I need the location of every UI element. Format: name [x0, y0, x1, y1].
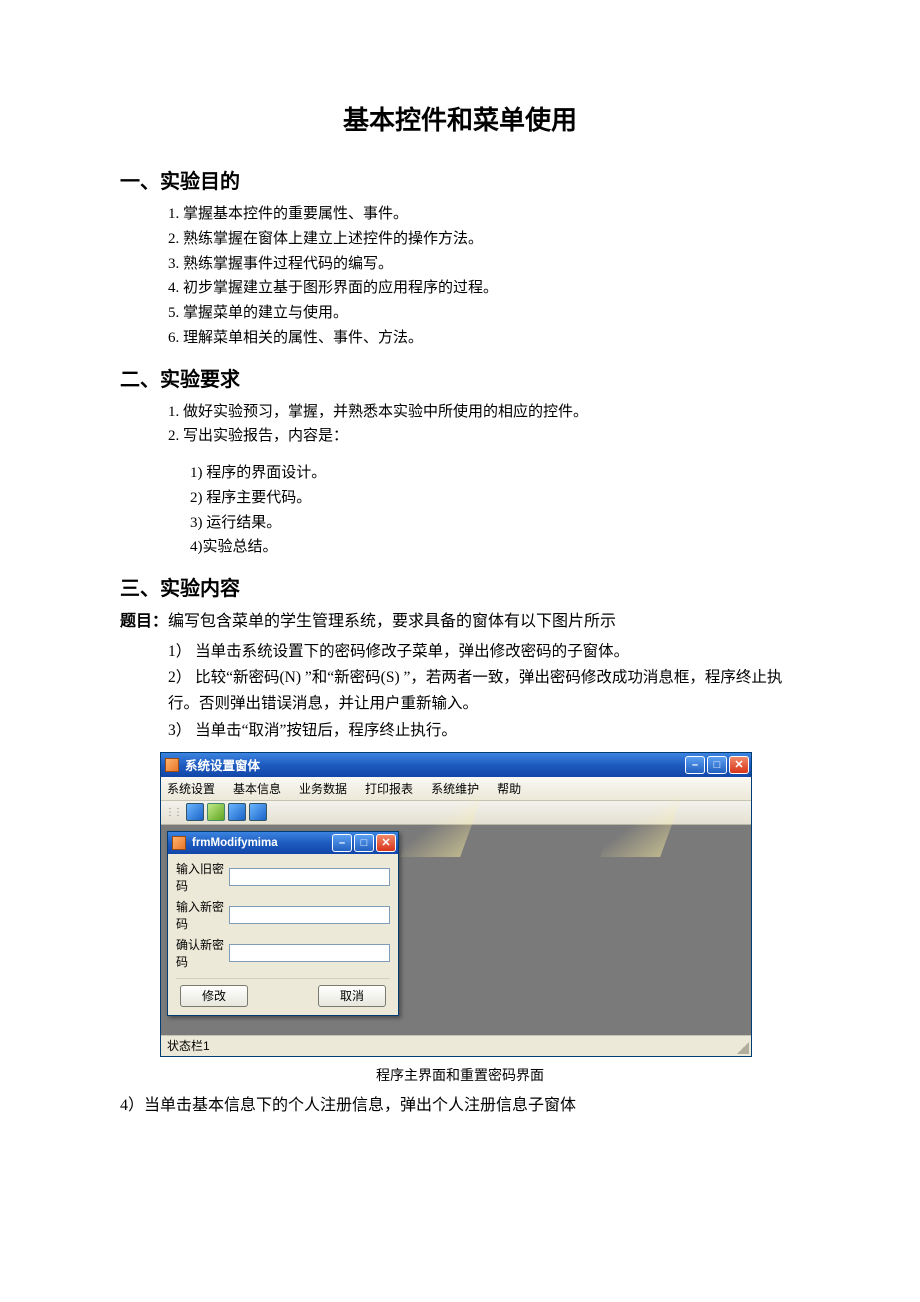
- child-titlebar[interactable]: frmModifymima – □ ✕: [168, 832, 398, 854]
- label-confirm-password: 确认新密码: [176, 936, 225, 970]
- step-4-text: 4）当单击基本信息下的个人注册信息，弹出个人注册信息子窗体: [120, 1091, 800, 1115]
- menu-help[interactable]: 帮助: [497, 780, 521, 797]
- topic-text: 编写包含菜单的学生管理系统，要求具备的窗体有以下图片所示: [168, 613, 616, 630]
- list-item: 掌握菜单的建立与使用。: [168, 301, 800, 326]
- menu-business-data[interactable]: 业务数据: [299, 780, 347, 797]
- status-bar: 状态栏1: [161, 1035, 751, 1056]
- toolbar-icon-4[interactable]: [249, 803, 267, 821]
- list-item: 4)实验总结。: [190, 535, 800, 560]
- status-text: 状态栏1: [167, 1037, 210, 1054]
- app-icon: [172, 836, 186, 850]
- list-item: 初步掌握建立基于图形界面的应用程序的过程。: [168, 276, 800, 301]
- menu-print-report[interactable]: 打印报表: [365, 780, 413, 797]
- menu-system-settings[interactable]: 系统设置: [167, 780, 215, 797]
- list-item: 3） 当单击“取消”按钮后，程序终止执行。: [168, 718, 800, 744]
- toolbar: ⋮⋮: [161, 801, 751, 825]
- section-1-head: 一、实验目的: [120, 165, 800, 194]
- menu-basic-info[interactable]: 基本信息: [233, 780, 281, 797]
- child-window-modify-password: frmModifymima – □ ✕ 输入旧密码 输入新密码: [167, 831, 399, 1016]
- list-item: 2） 比较“新密码(N) ”和“新密码(S) ”，若两者一致，弹出密码修改成功消…: [168, 665, 800, 718]
- document-page: 基本控件和菜单使用 一、实验目的 掌握基本控件的重要属性、事件。 熟练掌握在窗体…: [0, 0, 920, 1175]
- modify-button[interactable]: 修改: [180, 985, 248, 1007]
- size-grip-icon[interactable]: [737, 1042, 749, 1054]
- main-window-title: 系统设置窗体: [185, 755, 685, 774]
- child-maximize-button[interactable]: □: [354, 834, 374, 852]
- app-icon: [165, 758, 179, 772]
- mdi-client-area: frmModifymima – □ ✕ 输入旧密码 输入新密码: [161, 825, 751, 1035]
- section-3-head: 三、实验内容: [120, 572, 800, 601]
- toolbar-icon-3[interactable]: [228, 803, 246, 821]
- steps-list: 1） 当单击系统设置下的密码修改子菜单，弹出修改密码的子窗体。 2） 比较“新密…: [120, 639, 800, 744]
- toolbar-icon-2[interactable]: [207, 803, 225, 821]
- label-new-password: 输入新密码: [176, 898, 225, 932]
- document-title: 基本控件和菜单使用: [120, 100, 800, 137]
- list-item: 熟练掌握在窗体上建立上述控件的操作方法。: [168, 227, 800, 252]
- label-old-password: 输入旧密码: [176, 860, 225, 894]
- section-1-list: 掌握基本控件的重要属性、事件。 熟练掌握在窗体上建立上述控件的操作方法。 熟练掌…: [120, 202, 800, 351]
- input-confirm-password[interactable]: [229, 944, 390, 962]
- list-item: 2) 程序主要代码。: [190, 486, 800, 511]
- form-row-new-password: 输入新密码: [176, 898, 390, 932]
- figure-caption: 程序主界面和重置密码界面: [120, 1065, 800, 1085]
- child-window-title: frmModifymima: [192, 837, 332, 849]
- cancel-button[interactable]: 取消: [318, 985, 386, 1007]
- menu-system-maintenance[interactable]: 系统维护: [431, 780, 479, 797]
- section-2-list: 做好实验预习，掌握，并熟悉本实验中所使用的相应的控件。 写出实验报告，内容是：: [120, 400, 800, 450]
- list-item: 理解菜单相关的属性、事件、方法。: [168, 326, 800, 351]
- list-item: 3) 运行结果。: [190, 511, 800, 536]
- minimize-button[interactable]: –: [685, 756, 705, 774]
- list-item: 1） 当单击系统设置下的密码修改子菜单，弹出修改密码的子窗体。: [168, 639, 800, 665]
- topic-line: 题目：编写包含菜单的学生管理系统，要求具备的窗体有以下图片所示: [120, 609, 800, 635]
- topic-label: 题目：: [120, 613, 168, 630]
- maximize-button[interactable]: □: [707, 756, 727, 774]
- list-item: 1) 程序的界面设计。: [190, 461, 800, 486]
- toolbar-grip-icon: ⋮⋮: [165, 807, 181, 818]
- list-item: 写出实验报告，内容是：: [168, 424, 800, 449]
- child-form-body: 输入旧密码 输入新密码 确认新密码 修改 取消: [168, 854, 398, 1015]
- input-new-password[interactable]: [229, 906, 390, 924]
- form-row-old-password: 输入旧密码: [176, 860, 390, 894]
- list-item: 做好实验预习，掌握，并熟悉本实验中所使用的相应的控件。: [168, 400, 800, 425]
- menu-bar: 系统设置 基本信息 业务数据 打印报表 系统维护 帮助: [161, 777, 751, 801]
- list-item: 熟练掌握事件过程代码的编写。: [168, 252, 800, 277]
- button-row: 修改 取消: [176, 978, 390, 1009]
- section-2-sublist: 1) 程序的界面设计。 2) 程序主要代码。 3) 运行结果。 4)实验总结。: [120, 461, 800, 560]
- main-titlebar[interactable]: 系统设置窗体 – □ ✕: [161, 753, 751, 777]
- toolbar-icon-1[interactable]: [186, 803, 204, 821]
- child-close-button[interactable]: ✕: [376, 834, 396, 852]
- section-2-head: 二、实验要求: [120, 363, 800, 392]
- close-button[interactable]: ✕: [729, 756, 749, 774]
- form-row-confirm-password: 确认新密码: [176, 936, 390, 970]
- list-item: 掌握基本控件的重要属性、事件。: [168, 202, 800, 227]
- main-window: 系统设置窗体 – □ ✕ 系统设置 基本信息 业务数据 打印报表 系统维护 帮助…: [160, 752, 752, 1057]
- input-old-password[interactable]: [229, 868, 390, 886]
- child-minimize-button[interactable]: –: [332, 834, 352, 852]
